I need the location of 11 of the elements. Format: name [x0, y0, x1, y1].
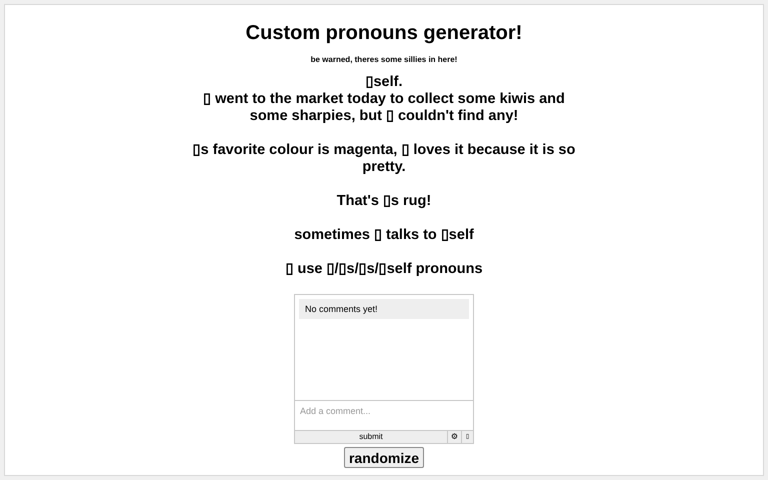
submit-button[interactable]: submit — [295, 431, 447, 443]
paragraph: That's ▯s rug! — [336, 193, 432, 210]
empty-comments-message: No comments yet! — [299, 299, 469, 319]
settings-button[interactable]: ⚙ — [447, 431, 461, 443]
page-title: Custom pronouns generator! — [246, 21, 522, 45]
subtitle: be warned, theres some sillies in here! — [310, 54, 458, 66]
randomize-button[interactable]: randomize — [344, 447, 424, 468]
paragraph: ▯s favorite colour is magenta, ▯ loves it because it is so pretty. — [192, 142, 576, 176]
paragraph: sometimes ▯ talks to ▯self — [294, 227, 474, 244]
paragraph: ▯self. ▯ went to the market today to collect some kiwis and some sharpies, but ▯ couldn't find any! — [202, 74, 566, 125]
paragraph: ▯ use ▯/▯s/▯s/▯self pronouns — [285, 261, 483, 278]
